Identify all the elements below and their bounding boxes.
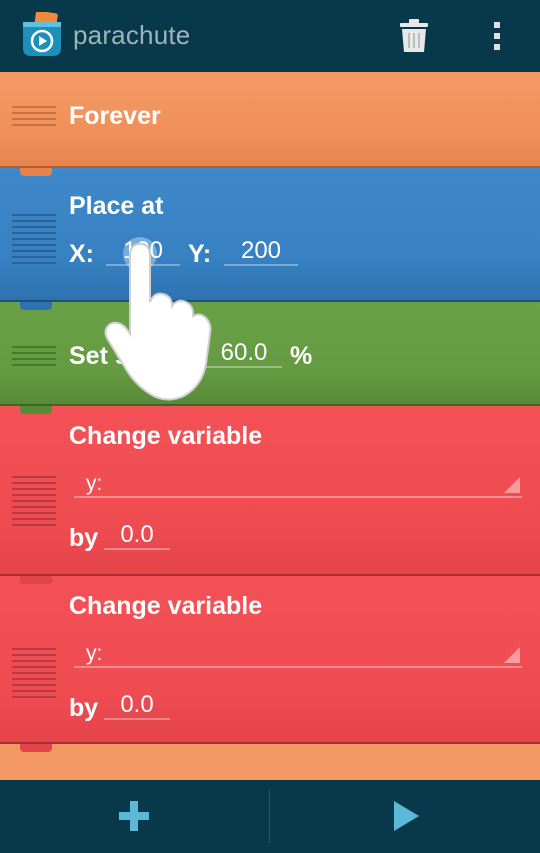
change-variable-brick[interactable]: Change variable y: by 0.0 [0, 406, 540, 576]
variable-spinner[interactable]: y: [74, 470, 522, 498]
play-button[interactable] [270, 780, 540, 853]
brick-notch [20, 406, 52, 414]
change-variable-label: Change variable [69, 592, 263, 620]
x-label: X: [69, 240, 94, 268]
by-value-field[interactable]: 0.0 [104, 692, 170, 720]
plus-icon [119, 801, 149, 831]
app-title: parachute [73, 20, 191, 50]
by-value-field[interactable]: 0.0 [104, 522, 170, 550]
brick-notch [20, 302, 52, 310]
variable-spinner-value: y: [86, 472, 103, 495]
percent-label: % [290, 342, 313, 370]
next-brick-peek[interactable] [0, 744, 540, 780]
set-size-brick[interactable]: Set s 60.0 % [0, 302, 540, 406]
brick-notch [20, 168, 52, 176]
drag-handle-icon[interactable] [12, 106, 56, 130]
bottom-bar [0, 780, 540, 853]
drag-handle-icon[interactable] [12, 476, 56, 530]
variable-spinner-value: y: [86, 642, 103, 665]
overflow-menu-icon[interactable] [484, 20, 510, 52]
drag-handle-icon[interactable] [12, 346, 56, 370]
y-label: Y: [188, 240, 212, 268]
forever-brick[interactable]: Forever [0, 72, 540, 168]
drag-handle-icon[interactable] [12, 648, 56, 702]
play-icon [394, 801, 419, 831]
app-logo-icon[interactable] [20, 12, 64, 58]
set-size-label: Set s [69, 342, 129, 370]
drag-handle-icon[interactable] [12, 214, 56, 268]
change-variable-label: Change variable [69, 422, 263, 450]
trash-icon[interactable] [398, 18, 430, 54]
by-label: by [69, 694, 99, 722]
by-label: by [69, 524, 99, 552]
size-value-field[interactable]: 60.0 [206, 340, 282, 368]
forever-label: Forever [69, 102, 161, 130]
x-value-field[interactable]: 100 [106, 238, 180, 266]
action-bar: parachute [0, 0, 540, 72]
y-value-field[interactable]: 200 [224, 238, 298, 266]
spinner-arrow-icon [504, 477, 520, 493]
change-variable-brick[interactable]: Change variable y: by 0.0 [0, 576, 540, 744]
place-at-label: Place at [69, 192, 164, 220]
brick-notch [20, 576, 52, 584]
place-at-brick[interactable]: Place at X: 100 Y: 200 [0, 168, 540, 302]
add-brick-button[interactable] [0, 780, 269, 853]
variable-spinner[interactable]: y: [74, 640, 522, 668]
spinner-arrow-icon [504, 647, 520, 663]
brick-notch [20, 744, 52, 752]
